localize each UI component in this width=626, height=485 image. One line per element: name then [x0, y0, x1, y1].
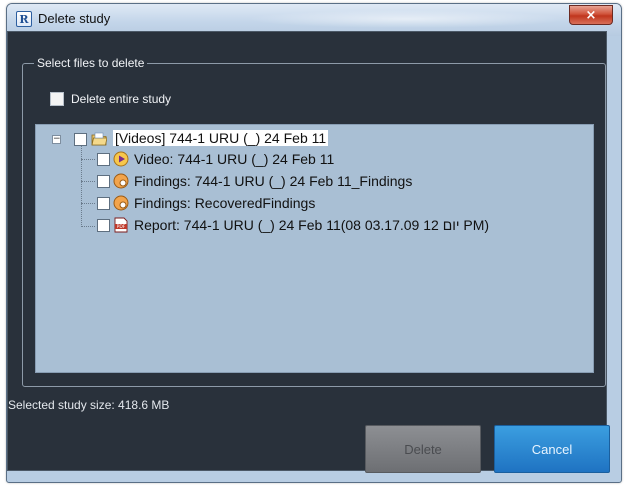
- groupbox-legend: Select files to delete: [34, 56, 148, 70]
- svg-text:PDF: PDF: [117, 224, 126, 230]
- findings-icon: [113, 195, 129, 211]
- delete-button-label: Delete: [404, 441, 442, 457]
- tree-item-checkbox[interactable]: [97, 219, 110, 232]
- app-logo-icon: R: [16, 11, 32, 27]
- delete-entire-study-checkbox[interactable]: [50, 92, 64, 106]
- tree-item-checkbox[interactable]: [97, 197, 110, 210]
- tree-connector: [81, 144, 82, 227]
- tree-collapse-toggle[interactable]: −: [52, 135, 61, 144]
- tree-item-label[interactable]: Video: 744-1 URU (_) 24 Feb 11: [134, 151, 334, 167]
- tree-connector: [81, 159, 95, 160]
- delete-entire-study-label[interactable]: Delete entire study: [71, 92, 171, 106]
- tree-connector: [81, 203, 95, 204]
- close-button[interactable]: ×: [569, 5, 613, 25]
- tree-item-label[interactable]: Findings: 744-1 URU (_) 24 Feb 11_Findin…: [134, 173, 412, 189]
- tree-connector: [81, 181, 95, 182]
- tree-item-checkbox[interactable]: [97, 153, 110, 166]
- tree-root-checkbox[interactable]: [74, 133, 87, 146]
- tree-root-label[interactable]: [Videos] 744-1 URU (_) 24 Feb 11: [113, 130, 329, 146]
- delete-button[interactable]: Delete: [365, 425, 481, 473]
- selected-size-status: Selected study size: 418.6 MB: [8, 398, 170, 412]
- pdf-icon: PDF: [114, 217, 128, 233]
- folder-icon: [91, 132, 107, 146]
- dialog-title: Delete study: [38, 11, 111, 26]
- play-icon: [113, 151, 129, 167]
- tree-item-label[interactable]: Findings: RecoveredFindings: [134, 195, 315, 211]
- cancel-button-label: Cancel: [531, 441, 573, 457]
- tree-connector: [81, 226, 95, 227]
- tree-item-checkbox[interactable]: [97, 175, 110, 188]
- findings-icon: [113, 173, 129, 189]
- tree-item-label[interactable]: Report: 744-1 URU (_) 24 Feb 11(08 03.17…: [134, 217, 489, 233]
- cancel-button[interactable]: Cancel: [494, 425, 610, 473]
